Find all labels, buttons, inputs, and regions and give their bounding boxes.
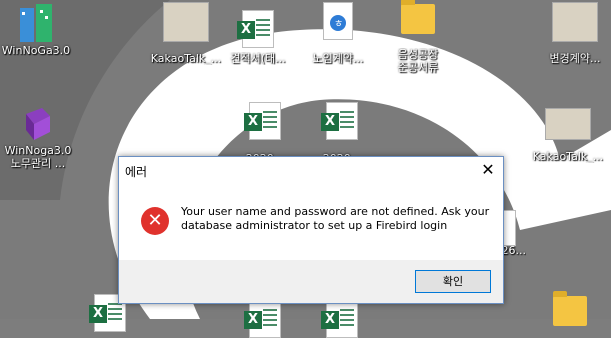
desktop-icon-label: KakaoTalk_... (532, 150, 604, 163)
desktop-icon-winnoga-labor[interactable]: WinNoga3.0 노무관리 ... (0, 104, 78, 170)
desktop-icon-label: 노무관리 ... (10, 157, 66, 170)
building-icon (16, 2, 56, 44)
desktop-icon-label: 노임계약... (312, 52, 364, 65)
close-icon: ✕ (481, 160, 495, 179)
desktop-icon-excel-bottom-2[interactable]: X (225, 300, 305, 338)
excel-file-icon: X (244, 300, 281, 338)
desktop-icon-kakaotalk-2[interactable]: KakaoTalk_... (528, 108, 608, 163)
image-thumbnail-icon (163, 2, 209, 42)
ok-button[interactable]: 확인 (415, 270, 491, 293)
desktop-icon-estimate[interactable]: X 견적서(태... (218, 10, 298, 65)
desktop-icon-label: 준공서류 (397, 61, 439, 74)
error-dialog: 에러 ✕ ✕ Your user name and password are n… (118, 156, 504, 304)
folder-icon (401, 0, 435, 34)
desktop-icon-label: WinNoga3.0 (4, 144, 72, 157)
desktop-icon-label: KakaoTalk_... (150, 52, 222, 65)
image-thumbnail-icon (552, 2, 598, 42)
dialog-body: ✕ Your user name and password are not de… (119, 187, 503, 259)
svg-text:ㅎ: ㅎ (334, 19, 343, 30)
close-button[interactable]: ✕ (473, 157, 503, 183)
dialog-footer: 확인 (119, 260, 503, 303)
hwp-document-icon: ㅎ (323, 2, 353, 40)
desktop-icon-kakaotalk-1[interactable]: KakaoTalk_... (146, 2, 226, 65)
error-message: Your user name and password are not defi… (181, 205, 490, 232)
error-icon: ✕ (141, 207, 169, 235)
image-thumbnail-icon (545, 108, 591, 140)
dialog-title: 에러 (125, 165, 148, 179)
excel-file-icon: X (321, 300, 358, 338)
desktop-icon-label: WinNoGa3.0 (1, 44, 71, 57)
folder-icon (553, 291, 587, 326)
excel-file-icon: X (244, 102, 281, 140)
desktop-icon-change-contract[interactable]: 변경계약... (535, 2, 611, 65)
desktop-icon-folder-bottom[interactable] (530, 291, 610, 326)
desktop-icon-labor-contract[interactable]: ㅎ 노임계약... (298, 2, 378, 65)
desktop-icon-eumseong-folder[interactable]: 음성공장 준공서류 (378, 0, 458, 74)
excel-file-icon: X (237, 10, 274, 48)
app-shortcut-icon (20, 104, 56, 144)
desktop-icon-label: 음성공장 (397, 48, 439, 61)
desktop-icon-winnoga[interactable]: WinNoGa3.0 (0, 2, 76, 57)
desktop-icon-label: 견적서(태... (230, 52, 286, 65)
desktop-icon-label: 변경계약... (549, 52, 601, 65)
desktop-icon-excel-bottom-3[interactable]: X (302, 300, 382, 338)
excel-file-icon: X (321, 102, 358, 140)
